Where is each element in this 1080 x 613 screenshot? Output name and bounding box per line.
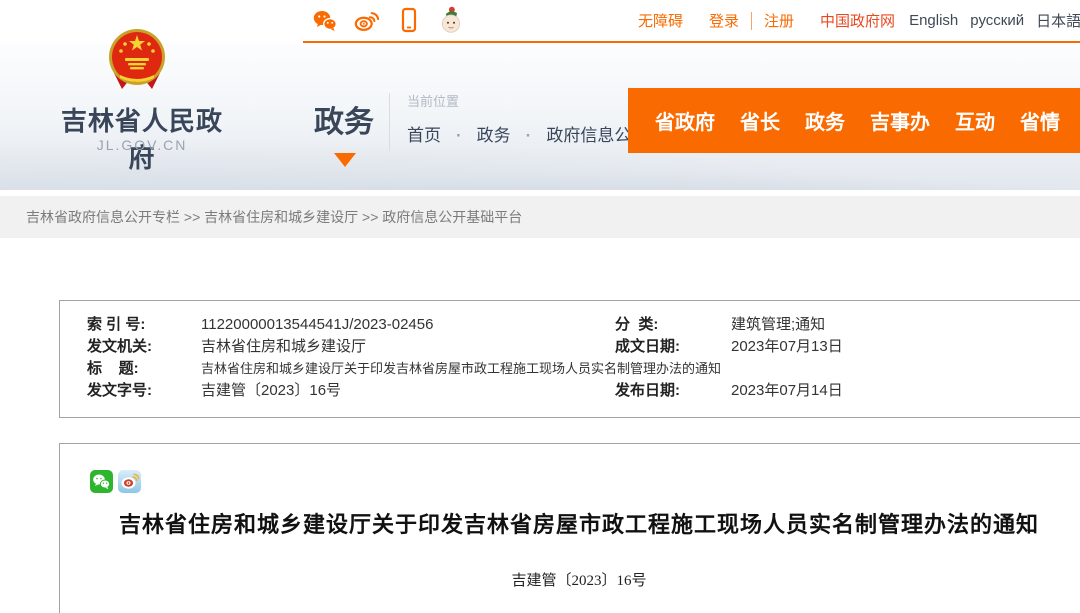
title-value: 吉林省住房和城乡建设厅关于印发吉林省房屋市政工程施工现场人员实名制管理办法的通知 xyxy=(201,358,1080,380)
article-title: 吉林省住房和城乡建设厅关于印发吉林省房屋市政工程施工现场人员实名制管理办法的通知 xyxy=(90,507,1068,539)
gov-cn-link[interactable]: 中国政府网 xyxy=(820,10,895,31)
top-bar-social-icons xyxy=(312,7,464,35)
register-link[interactable]: 注册 xyxy=(764,10,794,31)
share-row xyxy=(90,470,1068,493)
site-domain: JL.GOV.CN xyxy=(48,137,236,153)
login-register-divider xyxy=(751,12,752,30)
wechat-icon[interactable] xyxy=(312,7,338,35)
location-label: 当前位置 xyxy=(407,91,648,110)
doc-number-label: 发文字号: xyxy=(87,380,201,402)
title-label: 标 题: xyxy=(87,358,201,380)
issuing-agency-value: 吉林省住房和城乡建设厅 xyxy=(201,336,615,358)
document-info-grid: 索 引 号: 11220000013544541J/2023-02456 分 类… xyxy=(87,314,1080,402)
doc-number-value: 吉建管〔2023〕16号 xyxy=(201,380,615,402)
weibo-share-icon[interactable] xyxy=(118,470,141,493)
index-number-value: 11220000013544541J/2023-02456 xyxy=(201,314,615,336)
breadcrumb-home[interactable]: 首页 xyxy=(407,121,441,146)
english-link[interactable]: English xyxy=(909,12,958,29)
weibo-icon[interactable] xyxy=(354,7,380,35)
document-info-box: 索 引 号: 11220000013544541J/2023-02456 分 类… xyxy=(59,300,1080,418)
nav-item-governor[interactable]: 省长 xyxy=(740,106,780,135)
path-bar[interactable]: 吉林省政府信息公开专栏 >> 吉林省住房和城乡建设厅 >> 政府信息公开基础平台 xyxy=(0,196,1080,238)
article-box: 吉林省住房和城乡建设厅关于印发吉林省房屋市政工程施工现场人员实名制管理办法的通知… xyxy=(59,443,1080,613)
wechat-share-icon[interactable] xyxy=(90,470,113,493)
login-link[interactable]: 登录 xyxy=(709,10,739,31)
nav-item-zhengwu[interactable]: 政务 xyxy=(805,106,845,135)
site-header: 吉林省人民政府 JL.GOV.CN 政务 当前位置 首页 政务 政府信息公开 省… xyxy=(0,43,1080,190)
nav-item-provincial-government[interactable]: 省政府 xyxy=(655,106,715,135)
breadcrumb-zhengwu[interactable]: 政务 xyxy=(441,121,511,146)
nav-item-province-profile[interactable]: 省情 xyxy=(1020,106,1060,135)
accessibility-link[interactable]: 无障碍 xyxy=(638,10,683,31)
written-date-value: 2023年07月13日 xyxy=(731,336,1080,358)
national-emblem-logo-icon[interactable] xyxy=(106,27,168,93)
category-label: 分 类: xyxy=(615,314,731,336)
nav-item-interaction[interactable]: 互动 xyxy=(955,106,995,135)
mobile-icon[interactable] xyxy=(396,7,422,35)
mascot-icon[interactable] xyxy=(438,7,464,35)
issuing-agency-label: 发文机关: xyxy=(87,336,201,358)
written-date-label: 成文日期: xyxy=(615,336,731,358)
main-nav: 省政府 省长 政务 吉事办 互动 省情 数据 xyxy=(628,88,1080,153)
publish-date-label: 发布日期: xyxy=(615,380,731,402)
russian-link[interactable]: русский xyxy=(970,12,1024,29)
section-caret-icon xyxy=(334,153,356,167)
nav-item-jishiban[interactable]: 吉事办 xyxy=(870,106,930,135)
article-doc-number: 吉建管〔2023〕16号 xyxy=(90,569,1068,590)
publish-date-value: 2023年07月14日 xyxy=(731,380,1080,402)
category-value: 建筑管理;通知 xyxy=(731,314,1080,336)
top-bar-links: 无障碍 登录 注册 中国政府网 English русский 日本語 한국어 xyxy=(638,0,1080,41)
current-location: 当前位置 首页 政务 政府信息公开 xyxy=(407,91,648,146)
japanese-link[interactable]: 日本語 xyxy=(1036,10,1080,31)
index-number-label: 索 引 号: xyxy=(87,314,201,336)
header-divider xyxy=(389,93,390,151)
location-breadcrumb: 首页 政务 政府信息公开 xyxy=(407,121,648,146)
section-tab-zhengwu[interactable]: 政务 xyxy=(314,97,374,141)
